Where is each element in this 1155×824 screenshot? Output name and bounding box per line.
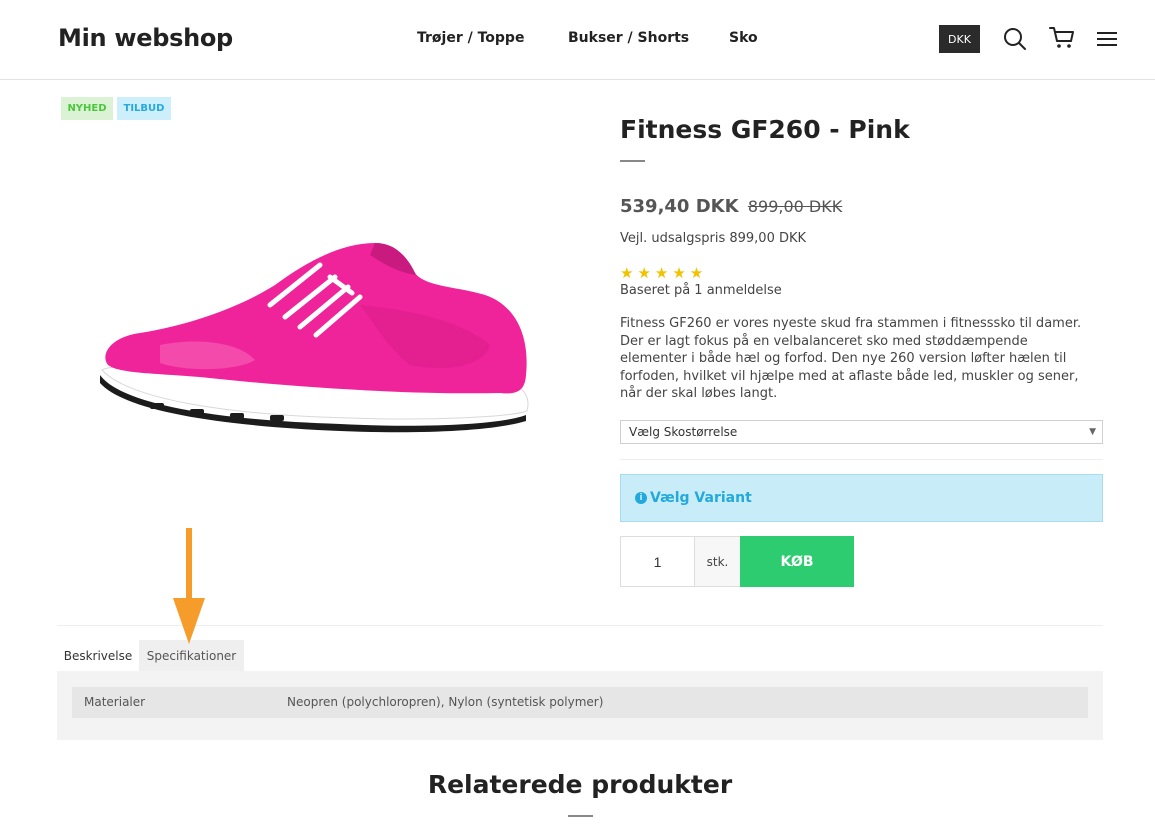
nav-item-pants[interactable]: Bukser / Shorts <box>568 30 689 46</box>
info-icon: i <box>635 492 647 504</box>
spec-value: Neopren (polychloropren), Nylon (synteti… <box>287 695 604 709</box>
nav-item-tops[interactable]: Trøjer / Toppe <box>417 30 524 46</box>
arrow-down-icon <box>173 528 205 644</box>
title-divider <box>620 160 645 162</box>
quantity-unit: stk. <box>695 536 740 587</box>
related-divider <box>568 815 593 817</box>
badge-new: NYHED <box>61 97 113 120</box>
menu-icon[interactable] <box>1094 24 1122 54</box>
spec-row: Materialer Neopren (polychloropren), Nyl… <box>72 687 1088 718</box>
nav-item-shoes[interactable]: Sko <box>729 30 758 46</box>
variant-alert: i Vælg Variant <box>620 474 1103 522</box>
cart-icon[interactable] <box>1048 24 1076 54</box>
product-image[interactable] <box>90 225 535 450</box>
currency-selector[interactable]: DKK <box>939 25 980 53</box>
tab-specifications[interactable]: Specifikationer <box>139 640 244 671</box>
chevron-down-icon: ▼ <box>1089 427 1096 437</box>
site-header: Min webshop Trøjer / Toppe Bukser / Shor… <box>0 0 1155 80</box>
quantity-input[interactable] <box>620 536 695 587</box>
rating-stars: ★★★★★ <box>620 264 708 282</box>
size-select-value: Vælg Skostørrelse <box>629 425 738 439</box>
tab-description[interactable]: Beskrivelse <box>57 640 139 671</box>
search-icon[interactable] <box>1001 24 1029 54</box>
recommended-price: Vejl. udsalgspris 899,00 DKK <box>620 231 807 246</box>
price-current: 539,40 DKK <box>620 196 739 217</box>
buy-button[interactable]: KØB <box>740 536 854 587</box>
review-count[interactable]: Baseret på 1 anmeldelse <box>620 283 782 298</box>
divider <box>620 459 1103 460</box>
site-logo[interactable]: Min webshop <box>58 24 233 52</box>
section-divider <box>57 625 1103 626</box>
product-title: Fitness GF260 - Pink <box>620 115 910 144</box>
product-price: 539,40 DKK 899,00 DKK <box>620 196 842 217</box>
related-products-heading: Relaterede produkter <box>427 770 733 799</box>
variant-alert-text: Vælg Variant <box>650 490 752 506</box>
price-original: 899,00 DKK <box>747 197 843 216</box>
product-description: Fitness GF260 er vores nyeste skud fra s… <box>620 316 1082 401</box>
specifications-panel: Materialer Neopren (polychloropren), Nyl… <box>57 671 1103 740</box>
spec-key: Materialer <box>84 695 146 709</box>
size-select[interactable]: Vælg Skostørrelse ▼ <box>620 420 1103 444</box>
badge-sale: TILBUD <box>117 97 171 120</box>
